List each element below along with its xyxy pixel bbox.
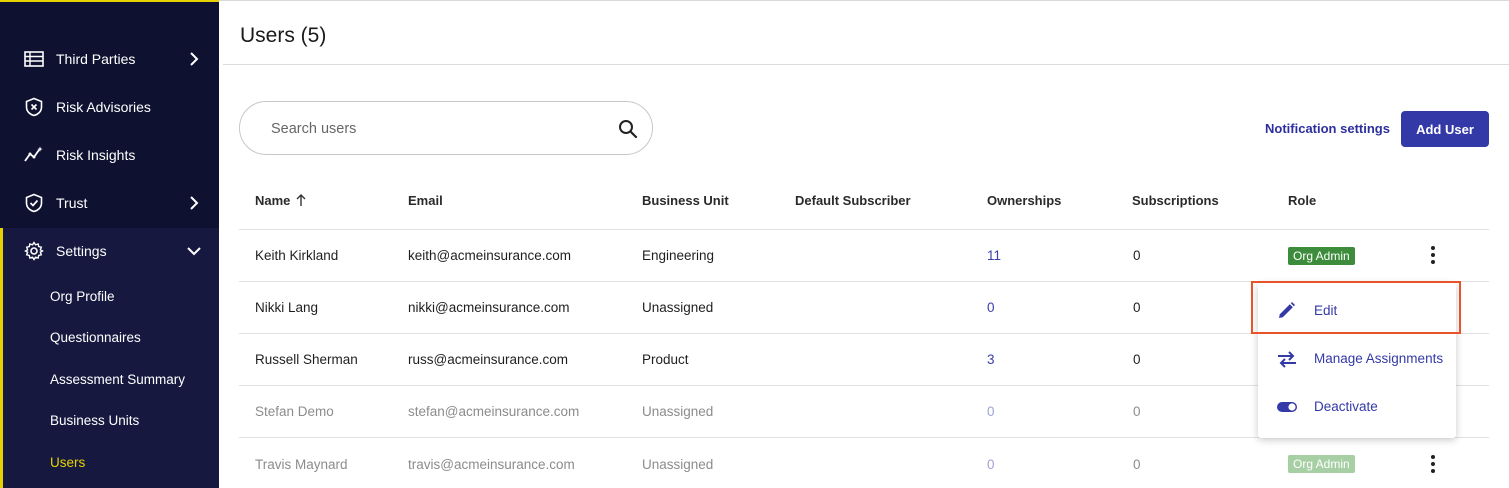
sidebar-item-settings[interactable]: Settings	[0, 227, 219, 275]
sidebar-item-risk-advisories[interactable]: Risk Advisories	[0, 83, 219, 131]
ownerships-link[interactable]: 0	[987, 404, 995, 419]
sidebar-subitem-org-profile[interactable]: Org Profile	[50, 289, 115, 304]
sidebar-item-third-parties[interactable]: Third Parties	[0, 35, 219, 83]
sidebar-item-label: Risk Advisories	[56, 99, 151, 115]
more-vertical-icon[interactable]	[1425, 454, 1441, 474]
chevron-right-icon	[190, 196, 199, 210]
column-header-email[interactable]: Email	[408, 193, 443, 208]
title-divider	[223, 64, 1509, 65]
user-subscriptions: 0	[1133, 300, 1141, 315]
user-email: travis@acmeinsurance.com	[408, 457, 575, 472]
sidebar-item-trust[interactable]: Trust	[0, 179, 219, 227]
menu-item-label: Edit	[1314, 303, 1338, 318]
list-icon	[24, 51, 44, 67]
pencil-icon	[1279, 302, 1295, 318]
ownerships-link[interactable]: 11	[987, 248, 1001, 263]
user-name: Nikki Lang	[255, 300, 319, 315]
search-icon[interactable]	[618, 119, 638, 139]
sidebar: Third Parties Risk Advisories Risk Insig…	[0, 0, 219, 488]
column-header-role[interactable]: Role	[1288, 193, 1316, 208]
column-header-ownerships[interactable]: Ownerships	[987, 193, 1061, 208]
settings-group: Settings Org Profile Questionnaires Asse…	[0, 228, 219, 488]
role-badge: Org Admin	[1288, 247, 1355, 265]
sidebar-subitem-business-units[interactable]: Business Units	[50, 413, 139, 428]
column-header-name[interactable]: Name	[255, 193, 306, 208]
add-user-button[interactable]: Add User	[1401, 111, 1489, 147]
menu-item-label: Deactivate	[1314, 399, 1378, 414]
column-header-business-unit[interactable]: Business Unit	[642, 193, 729, 208]
role-badge: Org Admin	[1288, 455, 1355, 473]
sidebar-item-label: Settings	[56, 243, 107, 259]
user-subscriptions: 0	[1133, 457, 1141, 472]
row-divider	[239, 229, 1489, 230]
user-subscriptions: 0	[1133, 352, 1141, 367]
ownerships-link[interactable]: 0	[987, 300, 995, 315]
sidebar-item-label: Risk Insights	[56, 147, 136, 163]
top-divider	[219, 0, 1509, 1]
chevron-right-icon	[190, 52, 199, 66]
search-box	[239, 101, 653, 155]
row-divider	[239, 281, 1489, 282]
trend-icon	[24, 146, 43, 162]
user-business-unit: Unassigned	[642, 457, 714, 472]
user-subscriptions: 0	[1133, 404, 1141, 419]
column-header-subscriptions[interactable]: Subscriptions	[1132, 193, 1219, 208]
menu-item-label: Manage Assignments	[1314, 351, 1444, 366]
user-name: Keith Kirkland	[255, 248, 339, 263]
column-header-default-subscriber[interactable]: Default Subscriber	[795, 193, 911, 208]
user-business-unit: Unassigned	[642, 404, 714, 419]
user-email: keith@acmeinsurance.com	[408, 248, 572, 263]
main-content: Users (5) Notification settings Add User…	[219, 0, 1509, 486]
page-title: Users (5)	[240, 24, 327, 47]
more-vertical-icon[interactable]	[1425, 245, 1441, 265]
user-business-unit: Engineering	[642, 248, 715, 263]
menu-item-manage-assignments[interactable]: Manage Assignments	[1258, 335, 1456, 383]
toggle-icon	[1277, 402, 1297, 412]
sidebar-item-risk-insights[interactable]: Risk Insights	[0, 131, 219, 179]
user-subscriptions: 0	[1133, 248, 1141, 263]
user-email: stefan@acmeinsurance.com	[408, 404, 580, 419]
notification-settings-link[interactable]: Notification settings	[1265, 121, 1390, 136]
ownerships-link[interactable]: 0	[987, 457, 995, 472]
user-business-unit: Product	[642, 352, 689, 367]
sidebar-subitem-assessment-summary[interactable]: Assessment Summary	[50, 372, 185, 387]
user-business-unit: Unassigned	[642, 300, 714, 315]
swap-arrows-icon	[1278, 351, 1296, 368]
sort-ascending-icon	[296, 194, 306, 206]
user-name: Stefan Demo	[255, 404, 334, 419]
user-email: russ@acmeinsurance.com	[408, 352, 569, 367]
sidebar-item-label: Third Parties	[56, 51, 136, 67]
sidebar-subitem-users[interactable]: Users	[50, 455, 85, 470]
menu-item-deactivate[interactable]: Deactivate	[1258, 383, 1456, 431]
shield-check-icon	[25, 193, 43, 213]
user-name: Travis Maynard	[255, 457, 348, 472]
ownerships-link[interactable]: 3	[987, 352, 995, 367]
user-name: Russell Sherman	[255, 352, 358, 367]
user-email: nikki@acmeinsurance.com	[408, 300, 570, 315]
shield-x-icon	[25, 97, 43, 117]
gear-icon	[24, 241, 44, 261]
sidebar-item-label: Trust	[56, 195, 88, 211]
row-action-menu: Edit Manage Assignments Deactivate	[1258, 283, 1456, 438]
search-input[interactable]	[269, 117, 603, 141]
chevron-down-icon	[187, 247, 201, 256]
sidebar-subitem-questionnaires[interactable]: Questionnaires	[50, 330, 141, 345]
menu-item-edit[interactable]: Edit	[1258, 287, 1456, 335]
